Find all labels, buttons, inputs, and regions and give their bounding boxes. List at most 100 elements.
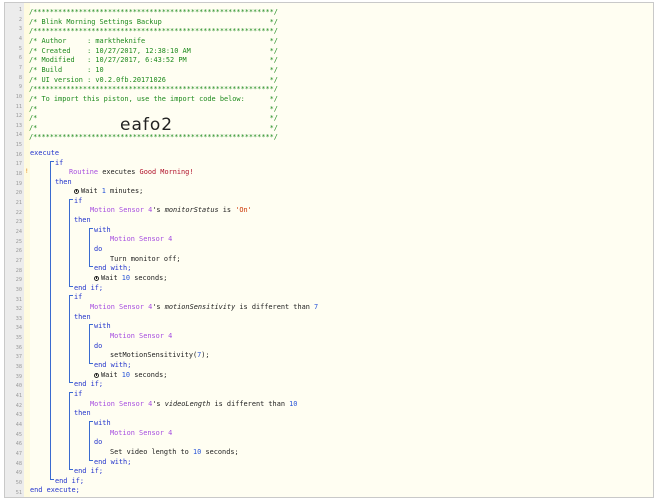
line-number: 16 <box>15 151 22 158</box>
line-number: 47 <box>15 450 22 457</box>
line-number: 28 <box>15 267 22 274</box>
action-2[interactable]: setMotionSensitivity(7); <box>110 350 210 360</box>
wait-unit: seconds; <box>130 371 168 379</box>
line-number: 43 <box>15 412 22 419</box>
header-comment-line: /* Build : 10 */ <box>29 65 278 74</box>
action-text: setMotionSensitivity( <box>110 351 198 359</box>
wait-statement-2[interactable]: Wait 10 seconds; <box>94 273 167 283</box>
line-number: 3 <box>18 26 22 33</box>
line-number: 50 <box>15 479 22 486</box>
with-block-guide <box>89 421 90 460</box>
with-device[interactable]: Motion Sensor 4 <box>110 331 172 341</box>
with-device[interactable]: Motion Sensor 4 <box>110 428 172 438</box>
routine-condition[interactable]: Routine executes Good Morning! <box>69 167 193 177</box>
line-number: 13 <box>15 122 22 129</box>
warning-icon: ! <box>25 168 29 175</box>
then-keyword: then <box>55 178 72 186</box>
do-keyword: do <box>94 245 103 253</box>
routine-device: Routine <box>69 168 99 176</box>
header-comment-line: /* Modified : 10/27/2017, 6:43:52 PM */ <box>29 56 278 65</box>
guide-tick <box>89 460 93 461</box>
line-number: 1 <box>18 7 22 13</box>
if-keyword: if <box>74 197 83 205</box>
line-number: 31 <box>15 296 22 303</box>
if-keyword: if <box>74 293 83 301</box>
condition-2[interactable]: Motion Sensor 4's motionSensitivity is d… <box>90 302 318 312</box>
line-number: 45 <box>15 431 22 438</box>
line-number: 18 <box>15 171 22 178</box>
operator: is different than <box>235 303 315 311</box>
guide-tick <box>89 324 93 325</box>
possessive: 's <box>152 303 165 311</box>
line-number: 48 <box>15 460 22 467</box>
clock-icon <box>94 373 99 378</box>
with-device[interactable]: Motion Sensor 4 <box>110 234 172 244</box>
line-number: 34 <box>15 325 22 332</box>
guide-tick <box>89 421 93 422</box>
line-number: 11 <box>15 103 22 110</box>
header-comment-line: /* Blink Morning Settings Backup */ <box>29 17 278 26</box>
device-name: Motion Sensor 4 <box>90 303 153 311</box>
line-number: 21 <box>15 200 22 206</box>
end-execute-keyword: end execute; <box>30 486 80 494</box>
header-comment-line: /***************************************… <box>29 85 278 94</box>
line-number: 38 <box>15 364 22 371</box>
line-number: 14 <box>15 132 22 139</box>
line-number: 44 <box>15 421 22 428</box>
condition-1[interactable]: Motion Sensor 4's monitorStatus is 'On' <box>90 205 252 215</box>
line-number: 10 <box>15 93 22 100</box>
guide-tick <box>69 295 73 296</box>
condition-3[interactable]: Motion Sensor 4's videoLength is differe… <box>90 399 297 409</box>
clock-icon <box>74 189 79 194</box>
if-block-guide <box>50 161 51 479</box>
line-number: 37 <box>15 354 22 361</box>
wait-number: 10 <box>121 371 131 379</box>
wait-text: Wait <box>101 371 122 379</box>
guide-tick <box>89 363 93 364</box>
attribute-name: videoLength <box>164 400 211 408</box>
wait-number: 10 <box>121 274 131 282</box>
header-comment-line: /* Author : marktheknife */ <box>29 36 278 45</box>
if-keyword: if <box>55 159 64 167</box>
guide-tick <box>69 286 73 287</box>
possessive: 's <box>152 206 165 214</box>
line-number: 36 <box>15 344 22 351</box>
device-name: Motion Sensor 4 <box>90 206 153 214</box>
operator: is <box>218 206 236 214</box>
routine-value: Good Morning! <box>139 168 194 176</box>
line-number: 49 <box>15 470 22 477</box>
if-block-guide <box>69 295 70 382</box>
line-number: 41 <box>15 393 22 399</box>
guide-tick <box>69 392 73 393</box>
action-3[interactable]: Set video length to 10 seconds; <box>110 447 239 457</box>
wait-unit: seconds; <box>130 274 168 282</box>
end-with-keyword: end with; <box>94 264 132 272</box>
header-comment-line: /* */ <box>29 104 278 113</box>
wait-text: Wait <box>101 274 122 282</box>
import-code: eafo2 <box>120 115 174 135</box>
line-number: 32 <box>15 306 22 313</box>
guide-tick <box>69 382 73 383</box>
line-number: 51 <box>15 489 22 496</box>
line-number: 2 <box>18 16 22 23</box>
compare-value: 10 <box>289 400 298 408</box>
wait-statement-1[interactable]: Wait 1 minutes; <box>74 186 143 196</box>
line-number: 25 <box>15 238 22 245</box>
attribute-name: motionSensitivity <box>164 303 236 311</box>
line-number: 39 <box>15 373 22 380</box>
do-keyword: do <box>94 342 103 350</box>
wait-statement-3[interactable]: Wait 10 seconds; <box>94 370 167 380</box>
line-number: 22 <box>15 209 22 216</box>
header-comment-line: /***************************************… <box>29 8 278 16</box>
device-name: Motion Sensor 4 <box>90 400 153 408</box>
line-number: 4 <box>18 35 22 42</box>
wait-unit: minutes; <box>105 187 144 195</box>
line-number: 33 <box>15 315 22 322</box>
header-comment-line: /***************************************… <box>29 27 278 36</box>
line-number: 46 <box>15 441 22 448</box>
line-number: 12 <box>15 113 22 120</box>
action-text-end: ); <box>201 351 210 359</box>
header-comment-line: /* Created : 10/27/2017, 12:38:10 AM */ <box>29 46 278 55</box>
line-number: 23 <box>15 219 22 226</box>
then-keyword: then <box>74 216 91 224</box>
